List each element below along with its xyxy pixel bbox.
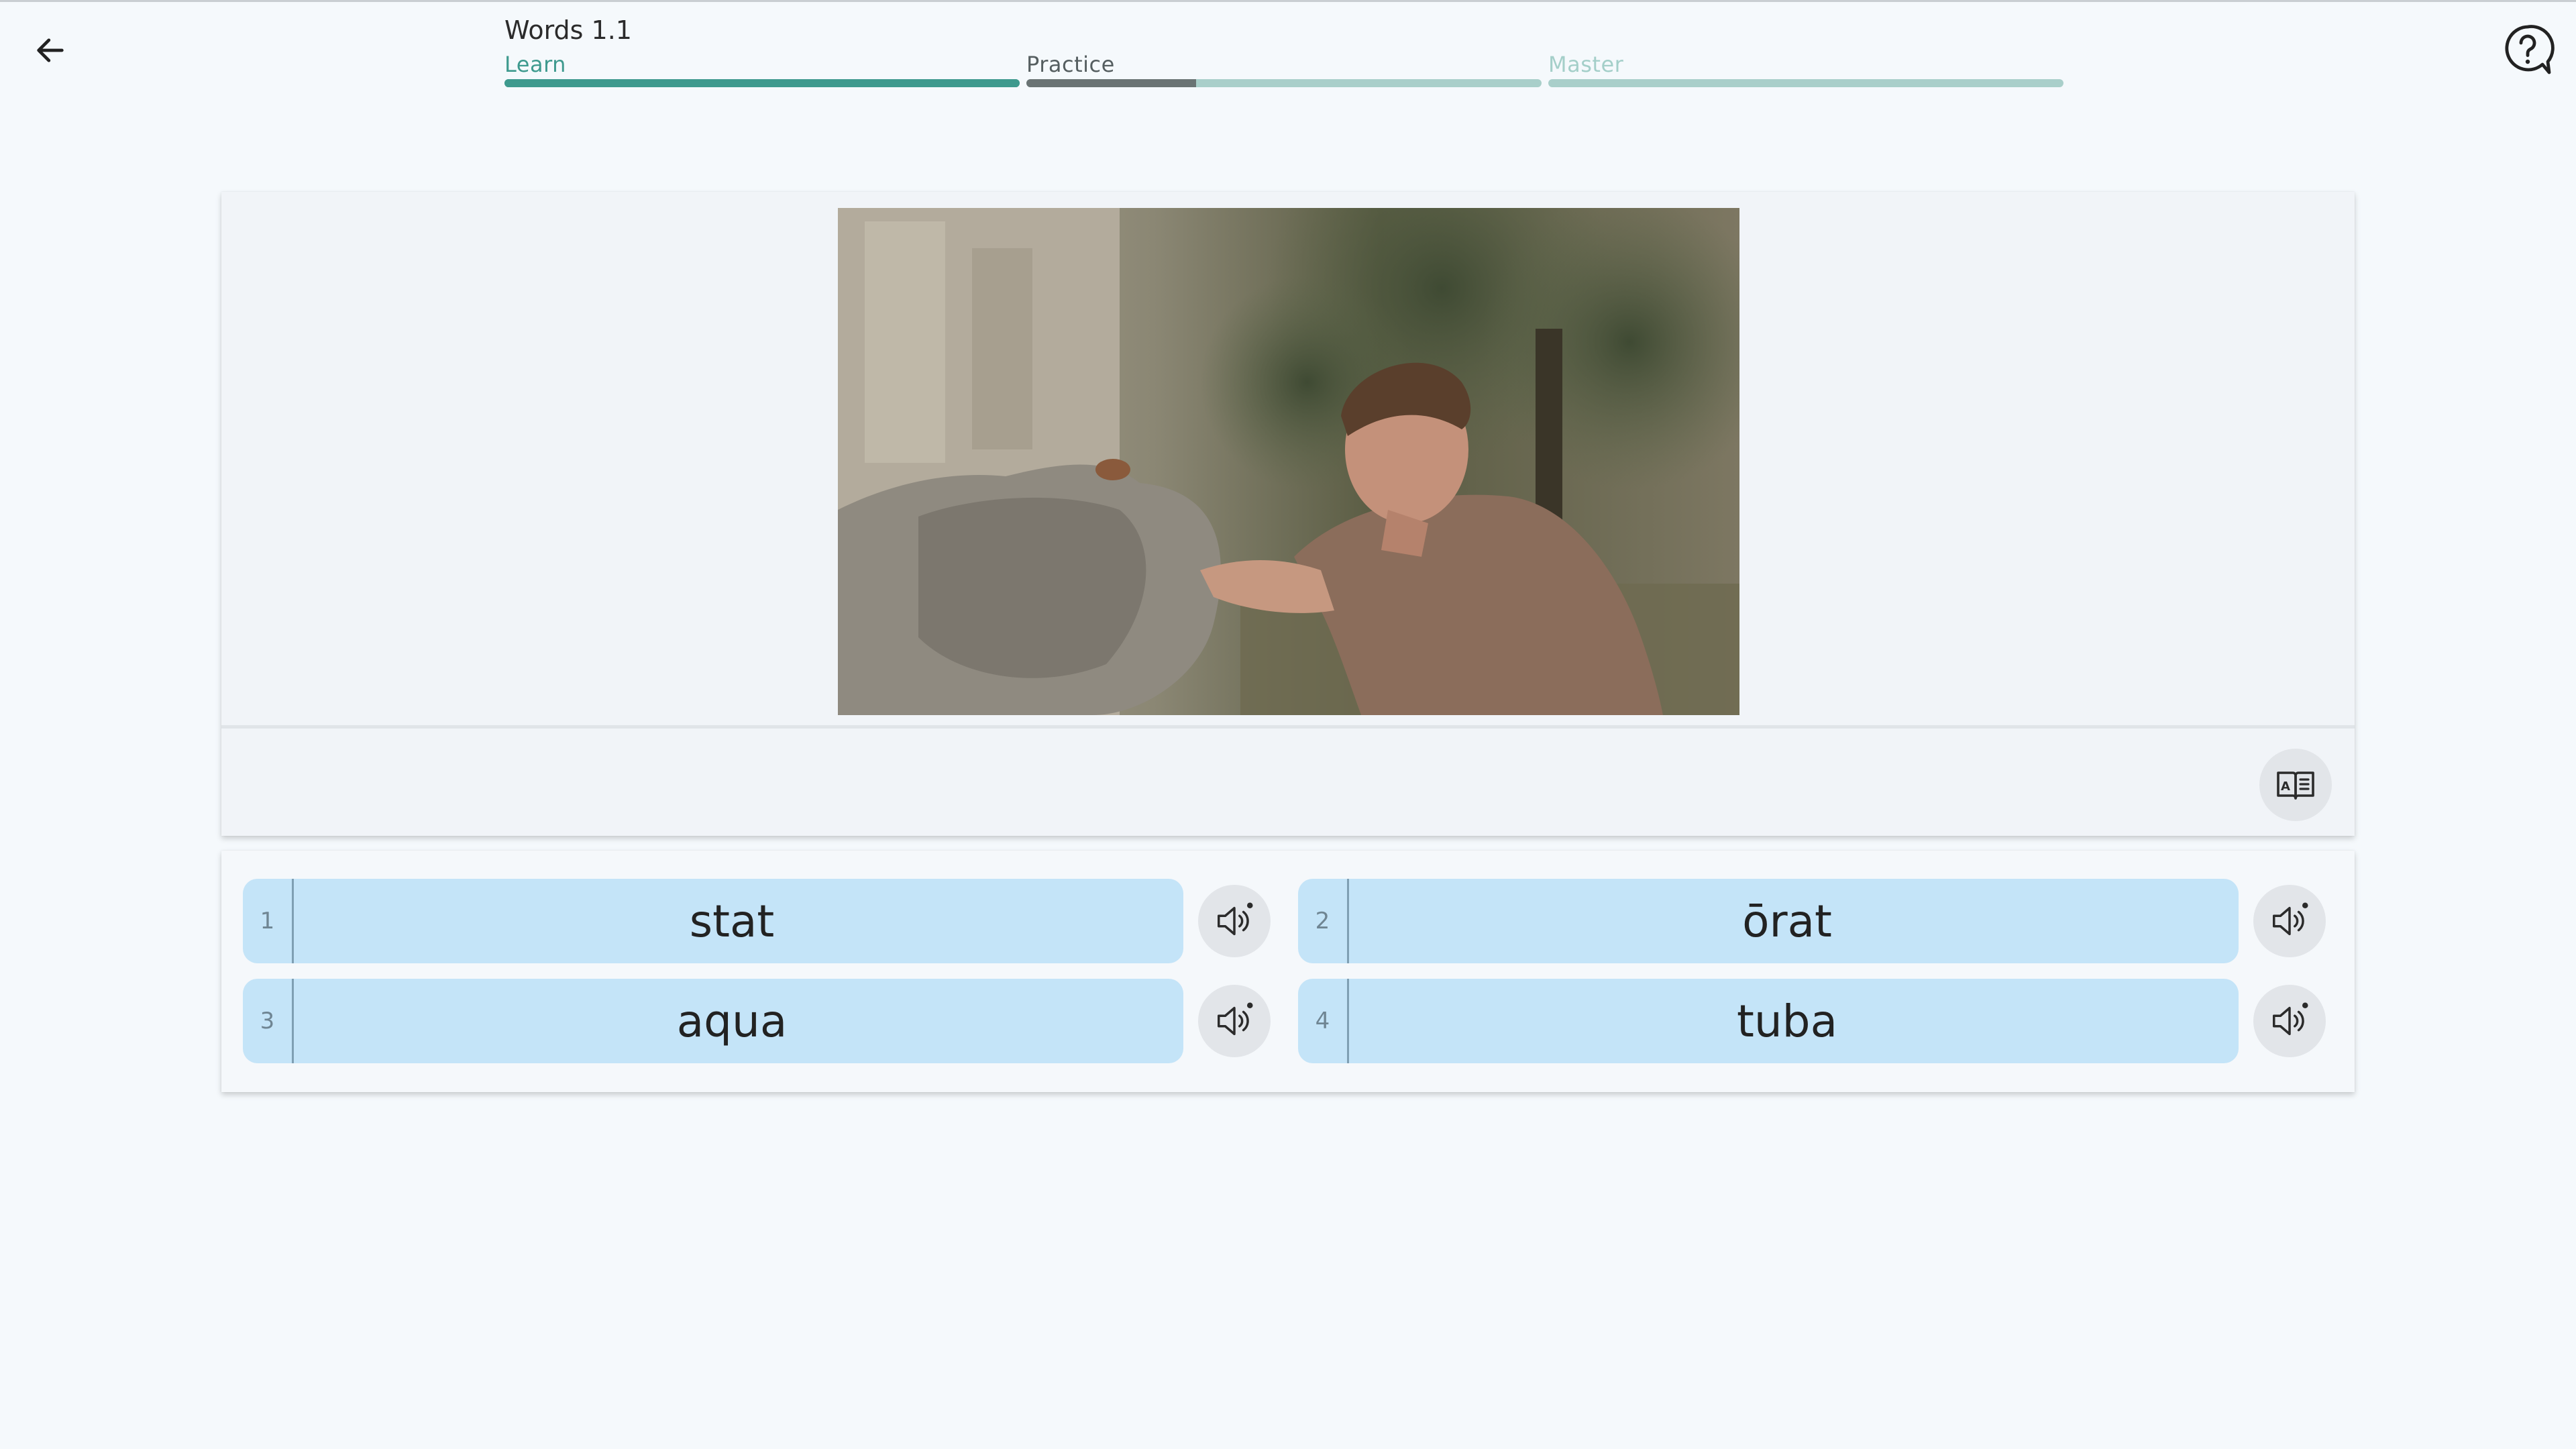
top-border [0,0,2576,2]
lesson-title: Words 1.1 [504,15,632,45]
option-number: 3 [243,979,294,1063]
option-number: 4 [1298,979,1349,1063]
speaker-icon [1218,1002,1253,1036]
option-word: aqua [676,995,788,1047]
scene-image [838,208,1739,715]
speaker-icon [1218,902,1253,936]
scene-illustration [838,208,1739,715]
stage-practice-fill [1026,79,1197,87]
option-number: 1 [243,879,294,963]
help-button[interactable] [2500,21,2556,78]
stage-learn-label: Learn [504,52,566,77]
option-word: ōrat [1742,895,1832,947]
stage-practice-track [1026,79,1542,87]
media-card: A [221,192,2355,836]
answers-card: 1 stat 2 ōrat 3 aqua 4 tuba [221,851,2355,1092]
option-number: 2 [1298,879,1349,963]
stage-practice-label: Practice [1026,52,1115,77]
stage-master-track [1548,79,2063,87]
svg-text:A: A [2281,780,2290,794]
back-button[interactable] [27,27,74,74]
option-word: stat [689,895,775,947]
media-area [221,192,2355,729]
option-word: tuba [1736,995,1838,1047]
play-audio-button-1[interactable] [1198,885,1271,957]
stage-learn: Learn [504,51,1020,91]
play-audio-button-4[interactable] [2253,985,2326,1057]
stage-master: Master [1548,51,2063,91]
answer-option-2[interactable]: 2 ōrat [1298,879,2239,963]
speaker-icon [2273,902,2308,936]
book-icon: A [2277,771,2314,800]
play-audio-button-3[interactable] [1198,985,1271,1057]
stage-learn-fill [504,79,1020,87]
stage-practice: Practice [1026,51,1542,91]
stage-learn-track [504,79,1020,87]
answer-option-1[interactable]: 1 stat [243,879,1183,963]
play-audio-button-2[interactable] [2253,885,2326,957]
reference-button[interactable]: A [2259,749,2332,821]
answer-option-4[interactable]: 4 tuba [1298,979,2239,1063]
answer-option-3[interactable]: 3 aqua [243,979,1183,1063]
question-circle-icon [2505,25,2555,74]
arrow-left-icon [37,38,64,62]
stage-master-label: Master [1548,52,1624,77]
speaker-icon [2273,1002,2308,1036]
